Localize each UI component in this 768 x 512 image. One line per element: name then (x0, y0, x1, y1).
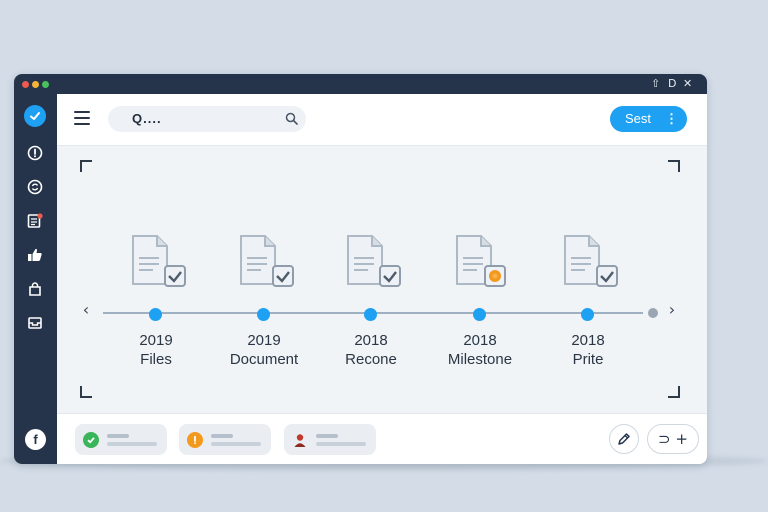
status-chip-user[interactable] (284, 424, 376, 455)
frame-corner (668, 386, 680, 398)
document-check-icon (240, 235, 294, 287)
timeline-node[interactable] (473, 308, 486, 321)
refresh-icon[interactable] (22, 174, 48, 200)
previous-arrow-icon[interactable]: ‹ (78, 301, 94, 319)
milestone-label: Milestone (447, 351, 513, 368)
timeline-milestone[interactable]: 2019 Files (101, 234, 211, 374)
milestone-year: 2019 (139, 332, 173, 349)
chip-placeholder-line (211, 434, 233, 438)
menu-icon[interactable] (74, 111, 90, 125)
facebook-icon[interactable]: f (25, 429, 46, 450)
add-action-button[interactable]: ⊃ + (647, 424, 699, 454)
upload-control[interactable]: ⇧ (651, 77, 660, 91)
app-window: ⇧ D ✕ f Q.... Sest ⋮ ‹ › 2019 Files 2019… (14, 74, 707, 464)
alert-circle-icon (187, 432, 203, 448)
timeline-milestone[interactable]: 2019 Document (209, 234, 319, 374)
timeline-node[interactable] (149, 308, 162, 321)
timeline-milestone[interactable]: 2018 Recone (316, 234, 426, 374)
timeline-node[interactable] (581, 308, 594, 321)
top-bar: Q.... Sest ⋮ (57, 94, 707, 146)
milestone-label: Recone (345, 351, 397, 368)
close-window-dot[interactable] (22, 81, 29, 88)
milestone-label: Files (140, 351, 172, 368)
maximize-window-dot[interactable] (42, 81, 49, 88)
milestone-year: 2018 (571, 332, 605, 349)
thumbs-up-icon[interactable] (22, 242, 48, 268)
search-icon[interactable] (285, 112, 298, 130)
pencil-icon (618, 433, 630, 445)
document-star-icon (456, 235, 506, 287)
chip-placeholder-line (107, 442, 157, 446)
timeline-node[interactable] (257, 308, 270, 321)
user-avatar-icon (292, 432, 308, 448)
search-field[interactable]: Q.... (108, 106, 306, 132)
frame-corner (668, 160, 680, 172)
status-chip-success[interactable] (75, 424, 167, 455)
primary-action-label: Sest (625, 111, 652, 126)
primary-action-button[interactable]: Sest ⋮ (610, 106, 687, 132)
milestone-year: 2019 (247, 332, 281, 349)
inbox-icon[interactable] (22, 310, 48, 336)
info-icon[interactable] (22, 140, 48, 166)
dock-control[interactable]: D (668, 77, 676, 91)
milestone-label: Document (229, 351, 299, 368)
minimize-window-dot[interactable] (32, 81, 39, 88)
status-chip-warning[interactable] (179, 424, 271, 455)
chip-placeholder-line (316, 442, 366, 446)
document-notification-icon[interactable] (22, 208, 48, 234)
frame-corner (80, 386, 92, 398)
bag-icon[interactable] (22, 276, 48, 302)
timeline-milestone[interactable]: 2018 Milestone (425, 234, 535, 374)
next-arrow-icon[interactable]: › (664, 301, 680, 319)
chip-placeholder-line (316, 434, 338, 438)
chip-placeholder-line (211, 442, 261, 446)
title-bar: ⇧ D ✕ (14, 74, 707, 94)
timeline-end-dot (648, 308, 658, 318)
document-check-icon (132, 235, 186, 287)
timeline-panel: ‹ › 2019 Files 2019 Document 2018 Recone… (57, 146, 707, 413)
milestone-label: Prite (572, 351, 604, 368)
frame-corner (80, 160, 92, 172)
milestone-year: 2018 (463, 332, 497, 349)
milestone-year: 2018 (354, 332, 388, 349)
document-check-icon (347, 235, 401, 287)
chip-placeholder-line (107, 434, 129, 438)
sidebar: f (14, 94, 57, 464)
search-input[interactable]: Q.... (132, 111, 162, 127)
timeline-node[interactable] (364, 308, 377, 321)
edit-button[interactable] (609, 424, 639, 454)
brand-check-icon[interactable] (24, 105, 46, 127)
close-control[interactable]: ✕ (683, 77, 692, 91)
check-circle-icon (83, 432, 99, 448)
bottom-bar: ⊃ + (57, 413, 707, 464)
document-check-icon (564, 235, 618, 287)
timeline-milestone[interactable]: 2018 Prite (533, 234, 643, 374)
more-options-icon[interactable]: ⋮ (665, 111, 678, 127)
